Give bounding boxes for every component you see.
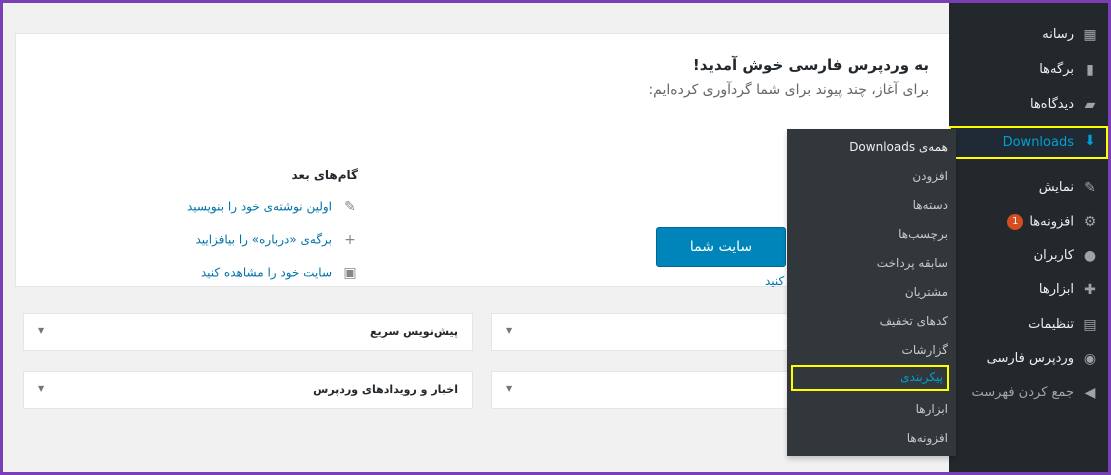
submenu-categories[interactable]: دسته‌ها <box>913 198 948 212</box>
sidebar-item-plugins[interactable]: ⚙ افزونه‌ها1 <box>949 207 1108 237</box>
sidebar-item-collapse[interactable]: ◀ جمع کردن فهرست <box>949 378 1108 408</box>
widget-right-bottom[interactable]: ▼ <box>491 371 791 409</box>
next-steps-heading: گام‌های بعد <box>291 168 359 182</box>
plugin-icon: ⚙ <box>1083 214 1097 230</box>
sidebar-item-media[interactable]: ▦ رسانه <box>949 20 1108 50</box>
quick-draft-title: پیش‌نویس سریع <box>369 325 458 338</box>
step-label: سایت خود را مشاهده کنید <box>200 265 332 280</box>
submenu-all-downloads[interactable]: همه‌ی Downloads <box>849 140 948 154</box>
sidebar-item-appearance[interactable]: ✎ نمایش <box>949 173 1108 203</box>
update-count-badge: 1 <box>1007 214 1024 230</box>
sidebar-item-label: وردپرس فارسی <box>986 351 1074 366</box>
submenu-tools[interactable]: ابزارها <box>916 402 948 416</box>
appearance-icon: ✎ <box>1084 180 1096 196</box>
screenshot-frame: به وردپرس فارسی خوش آمدید! برای آغاز، چن… <box>0 0 1111 475</box>
comment-icon: ▰ <box>1084 97 1096 113</box>
users-icon: ● <box>1083 248 1097 264</box>
sidebar-item-label: برگه‌ها <box>1039 62 1074 77</box>
customize-site-label: سایت شما <box>689 239 753 255</box>
sidebar-item-label: کاربران <box>1033 248 1074 263</box>
edit-icon: ✎ <box>344 199 356 215</box>
settings-icon: ▤ <box>1083 317 1097 333</box>
submenu-add-new[interactable]: افزودن <box>912 169 948 183</box>
plus-icon: + <box>344 232 356 248</box>
step-write-post[interactable]: ✎ اولین نوشته‌ی خود را بنویسید <box>187 199 358 219</box>
sidebar-item-label: ابزارها <box>1038 282 1074 297</box>
sidebar-item-wp-persian[interactable]: ◉ وردپرس فارسی <box>949 344 1108 374</box>
sidebar-item-tools[interactable]: ✚ ابزارها <box>949 275 1108 305</box>
sidebar-item-settings[interactable]: ▤ تنظیمات <box>949 310 1108 340</box>
tools-icon: ✚ <box>1084 282 1096 298</box>
widget-right-top[interactable]: ▼ <box>491 313 791 351</box>
submenu-customers[interactable]: مشتریان <box>905 285 948 299</box>
submenu-extensions[interactable]: افزونه‌ها <box>907 431 948 445</box>
chevron-down-icon[interactable]: ▼ <box>38 384 44 393</box>
quick-draft-widget[interactable]: پیش‌نویس سریع ▼ <box>23 313 473 351</box>
step-label: برگه‌ی «درباره» را بیافزایید <box>195 232 332 247</box>
media-icon: ▦ <box>1083 27 1097 43</box>
sidebar-item-label: Downloads <box>1002 135 1074 150</box>
step-label: اولین نوشته‌ی خود را بنویسید <box>186 199 332 214</box>
submenu-tags[interactable]: برچسب‌ها <box>898 227 948 241</box>
admin-sidebar: ▦ رسانه ▮ برگه‌ها ▰ دیدگاه‌ها ⬇ Download… <box>949 3 1108 472</box>
collapse-icon: ◀ <box>1084 385 1096 401</box>
page-icon: ▮ <box>1086 62 1094 78</box>
submenu-settings[interactable]: پیکربندی <box>900 370 943 384</box>
submenu-settings-highlight[interactable]: پیکربندی <box>791 365 949 391</box>
sidebar-item-pages[interactable]: ▮ برگه‌ها <box>949 55 1108 85</box>
sidebar-item-comments[interactable]: ▰ دیدگاه‌ها <box>949 90 1108 120</box>
step-add-about-page[interactable]: + برگه‌ی «درباره» را بیافزایید <box>195 232 358 252</box>
sidebar-item-label: دیدگاه‌ها <box>1029 97 1074 112</box>
welcome-subtitle: برای آغاز، چند پیوند برای شما گردآوری کر… <box>648 82 929 98</box>
chevron-down-icon[interactable]: ▼ <box>506 326 512 335</box>
step-view-site[interactable]: ▣ سایت خود را مشاهده کنید <box>201 265 358 285</box>
view-icon: ▣ <box>343 265 357 281</box>
submenu-payment-history[interactable]: سابقه پرداخت <box>877 256 948 270</box>
submenu-discount-codes[interactable]: کدهای تخفیف <box>880 314 948 328</box>
download-icon: ⬇ <box>1084 133 1096 149</box>
downloads-submenu: همه‌ی Downloads افزودن دسته‌ها برچسب‌ها … <box>787 129 956 456</box>
customize-link[interactable]: کنید <box>765 274 784 288</box>
wp-persian-icon: ◉ <box>1083 351 1097 367</box>
welcome-title: به وردپرس فارسی خوش آمدید! <box>692 56 929 74</box>
sidebar-item-users[interactable]: ● کاربران <box>949 241 1108 271</box>
wp-news-title: اخبار و رویدادهای وردپرس <box>313 383 458 396</box>
sidebar-item-label: افزونه‌ها1 <box>1007 214 1074 230</box>
sidebar-item-downloads[interactable]: ⬇ Downloads <box>949 126 1108 159</box>
customize-site-button[interactable]: سایت شما <box>656 227 786 267</box>
sidebar-item-label: نمایش <box>1038 180 1074 195</box>
chevron-down-icon[interactable]: ▼ <box>38 326 44 335</box>
chevron-down-icon[interactable]: ▼ <box>506 384 512 393</box>
sidebar-item-label: رسانه <box>1042 27 1074 42</box>
sidebar-item-label: جمع کردن فهرست <box>971 385 1074 400</box>
wp-news-widget[interactable]: اخبار و رویدادهای وردپرس ▼ <box>23 371 473 409</box>
submenu-reports[interactable]: گزارشات <box>902 343 948 357</box>
sidebar-item-label: تنظیمات <box>1028 317 1074 332</box>
